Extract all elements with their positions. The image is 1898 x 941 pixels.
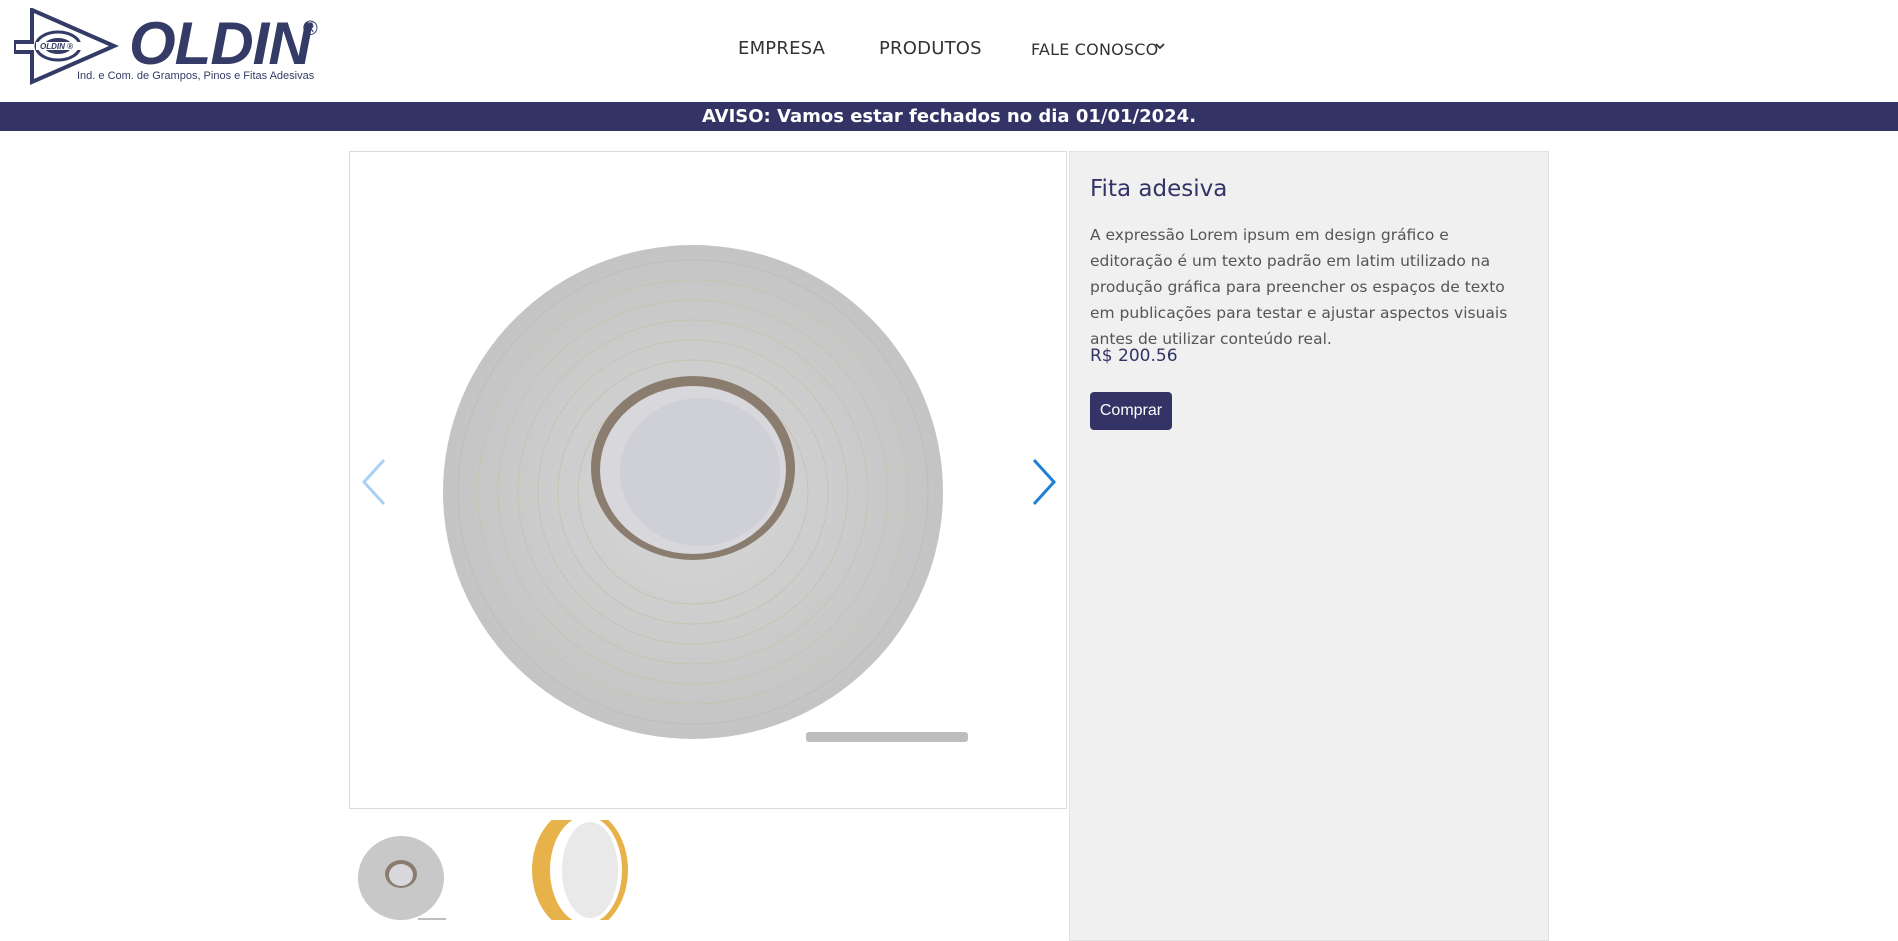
buy-button[interactable]: Comprar (1090, 392, 1172, 430)
product-image (443, 245, 968, 742)
thumbnail-2[interactable] (530, 820, 630, 920)
main-nav: EMPRESA PRODUTOS FALE CONOSCO (0, 38, 1898, 62)
product-title: Fita adesiva (1090, 176, 1228, 202)
site-header: OLDIN ® OLDIN ® Ind. e Com. de Grampos, … (0, 0, 1898, 102)
nav-item-empresa[interactable]: EMPRESA (738, 38, 825, 59)
nav-item-fale-conosco[interactable]: FALE CONOSCO (1031, 40, 1158, 59)
product-description: A expressão Lorem ipsum em design gráfic… (1090, 226, 1508, 348)
thumbnail-1[interactable] (356, 820, 456, 920)
nav-item-produtos[interactable]: PRODUTOS (879, 38, 982, 59)
chevron-down-icon[interactable] (1154, 40, 1166, 52)
chevron-left-icon (361, 458, 386, 506)
notice-bar: AVISO: Vamos estar fechados no dia 01/01… (0, 102, 1898, 131)
product-gallery (349, 151, 1067, 809)
brand-tagline: Ind. e Com. de Grampos, Pinos e Fitas Ad… (77, 70, 315, 82)
prev-slide-button[interactable] (360, 458, 388, 506)
chevron-right-icon (1032, 458, 1057, 506)
next-slide-button[interactable] (1030, 458, 1058, 506)
product-price: R$ 200.56 (1090, 346, 1178, 366)
product-details: Fita adesiva A expressão Lorem ipsum em … (1069, 151, 1549, 941)
